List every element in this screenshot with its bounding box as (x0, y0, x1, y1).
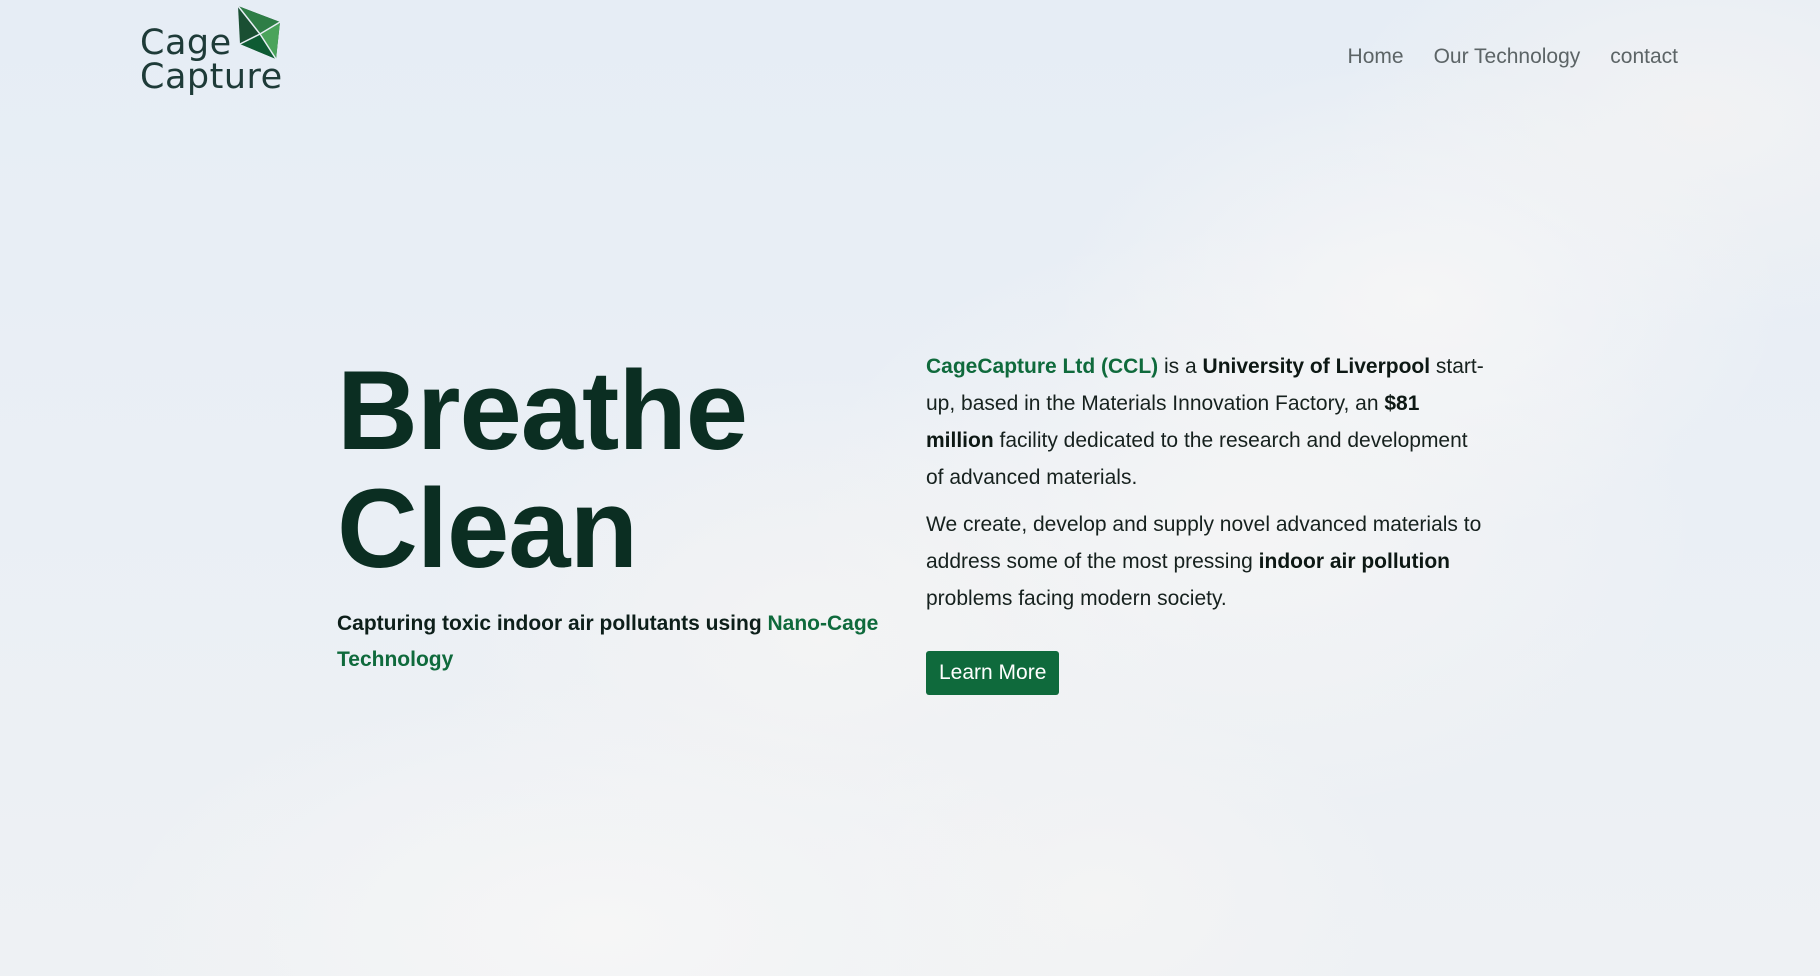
about-section: CageCapture Ltd (CCL) is a University of… (926, 348, 1486, 695)
about-p1-text1: is a (1158, 355, 1203, 378)
green-diamond-logo-icon (237, 6, 281, 60)
main-nav: Home Our Technology contact (1318, 42, 1678, 72)
nav-contact[interactable]: contact (1610, 42, 1678, 72)
about-p2-text2: problems facing modern society. (926, 587, 1227, 610)
hero-tagline: Capturing toxic indoor air pollutants us… (337, 606, 897, 678)
cloud-background (0, 0, 1820, 976)
logo-text-line1: Cage (140, 23, 232, 63)
indoor-air-pollution-emphasis: indoor air pollution (1258, 550, 1450, 573)
hero-left: Breathe Clean Capturing toxic indoor air… (337, 352, 897, 678)
university-name: University of Liverpool (1202, 355, 1431, 378)
site-logo[interactable]: Cage Capture (140, 6, 290, 98)
about-p1-text3: facility dedicated to the research and d… (926, 429, 1468, 489)
logo-text-line2: Capture (140, 57, 283, 97)
hero-headline: Breathe Clean (337, 352, 897, 588)
headline-line2: Clean (337, 466, 638, 591)
learn-more-button[interactable]: Learn More (926, 651, 1060, 695)
about-paragraph-2: We create, develop and supply novel adva… (926, 506, 1486, 617)
site-header: Cage Capture Home Our Technology contact (0, 0, 1820, 110)
headline-line1: Breathe (337, 348, 748, 473)
company-name: CageCapture Ltd (CCL) (926, 355, 1159, 378)
tagline-prefix: Capturing toxic indoor air pollutants us… (337, 612, 768, 635)
nav-home[interactable]: Home (1348, 42, 1404, 72)
nav-our-technology[interactable]: Our Technology (1434, 42, 1581, 72)
about-paragraph-1: CageCapture Ltd (CCL) is a University of… (926, 348, 1486, 496)
